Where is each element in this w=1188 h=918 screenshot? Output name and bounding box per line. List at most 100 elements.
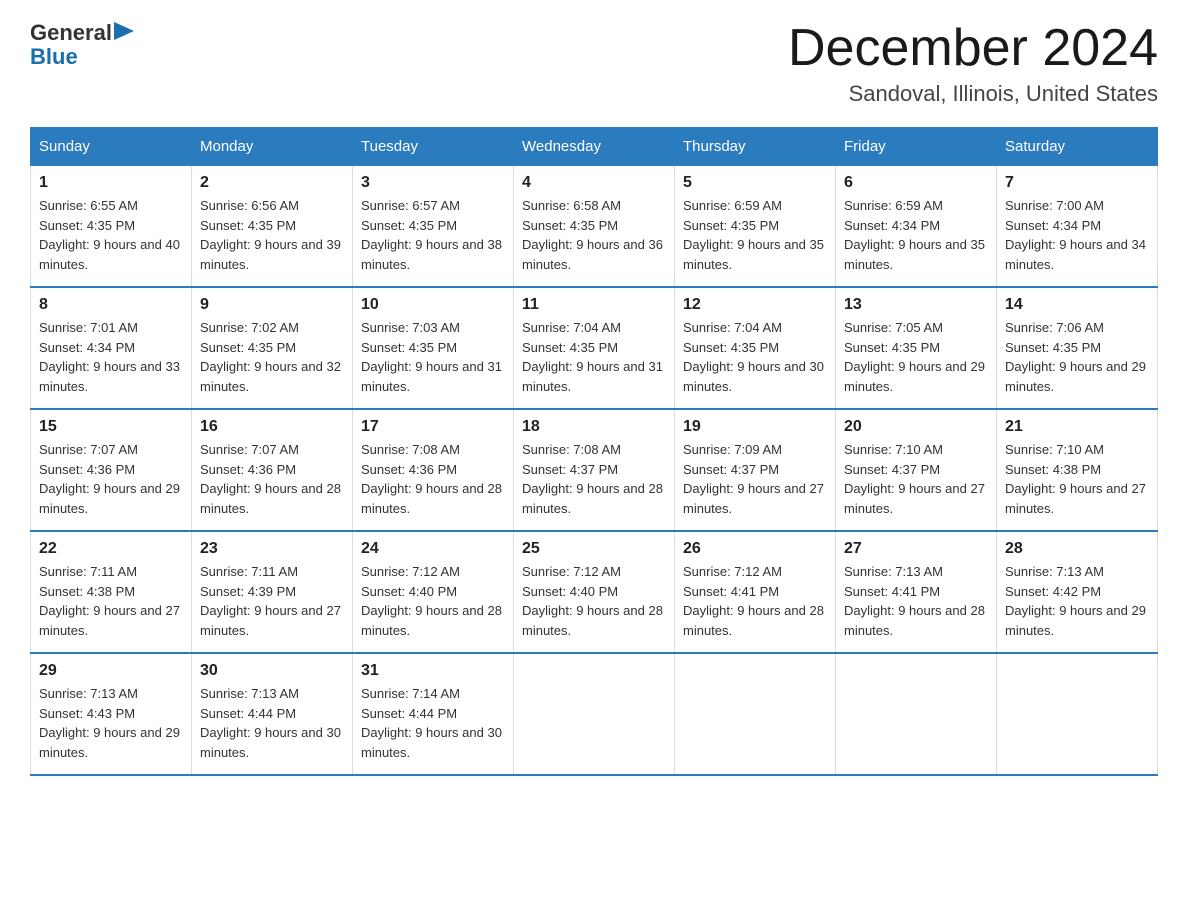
header-wednesday: Wednesday (514, 128, 675, 166)
day-info: Sunrise: 6:59 AM Sunset: 4:34 PM Dayligh… (844, 196, 988, 274)
header-thursday: Thursday (675, 128, 836, 166)
calendar-title: December 2024 (788, 20, 1158, 77)
day-info: Sunrise: 6:59 AM Sunset: 4:35 PM Dayligh… (683, 196, 827, 274)
day-number: 1 (39, 174, 183, 192)
day-number: 25 (522, 540, 666, 558)
table-row: 8 Sunrise: 7:01 AM Sunset: 4:34 PM Dayli… (31, 287, 192, 409)
day-number: 3 (361, 174, 505, 192)
logo-blue-text: Blue (30, 44, 78, 70)
table-row: 24 Sunrise: 7:12 AM Sunset: 4:40 PM Dayl… (353, 531, 514, 653)
day-info: Sunrise: 7:02 AM Sunset: 4:35 PM Dayligh… (200, 318, 344, 396)
day-info: Sunrise: 7:07 AM Sunset: 4:36 PM Dayligh… (200, 440, 344, 518)
table-row: 3 Sunrise: 6:57 AM Sunset: 4:35 PM Dayli… (353, 166, 514, 288)
day-info: Sunrise: 7:04 AM Sunset: 4:35 PM Dayligh… (522, 318, 666, 396)
day-info: Sunrise: 7:01 AM Sunset: 4:34 PM Dayligh… (39, 318, 183, 396)
day-number: 8 (39, 296, 183, 314)
day-info: Sunrise: 7:12 AM Sunset: 4:40 PM Dayligh… (361, 562, 505, 640)
day-number: 23 (200, 540, 344, 558)
table-row: 31 Sunrise: 7:14 AM Sunset: 4:44 PM Dayl… (353, 653, 514, 775)
day-info: Sunrise: 7:09 AM Sunset: 4:37 PM Dayligh… (683, 440, 827, 518)
day-number: 7 (1005, 174, 1149, 192)
day-info: Sunrise: 7:08 AM Sunset: 4:37 PM Dayligh… (522, 440, 666, 518)
page-header: General Blue December 2024 Sandoval, Ill… (30, 20, 1158, 107)
day-info: Sunrise: 7:06 AM Sunset: 4:35 PM Dayligh… (1005, 318, 1149, 396)
header-tuesday: Tuesday (353, 128, 514, 166)
table-row: 27 Sunrise: 7:13 AM Sunset: 4:41 PM Dayl… (836, 531, 997, 653)
day-number: 24 (361, 540, 505, 558)
day-number: 29 (39, 662, 183, 680)
day-number: 6 (844, 174, 988, 192)
day-info: Sunrise: 6:55 AM Sunset: 4:35 PM Dayligh… (39, 196, 183, 274)
day-number: 13 (844, 296, 988, 314)
table-row: 2 Sunrise: 6:56 AM Sunset: 4:35 PM Dayli… (192, 166, 353, 288)
header-sunday: Sunday (31, 128, 192, 166)
day-info: Sunrise: 7:12 AM Sunset: 4:41 PM Dayligh… (683, 562, 827, 640)
table-row: 16 Sunrise: 7:07 AM Sunset: 4:36 PM Dayl… (192, 409, 353, 531)
table-row: 7 Sunrise: 7:00 AM Sunset: 4:34 PM Dayli… (997, 166, 1158, 288)
day-info: Sunrise: 7:04 AM Sunset: 4:35 PM Dayligh… (683, 318, 827, 396)
day-number: 9 (200, 296, 344, 314)
header-monday: Monday (192, 128, 353, 166)
day-info: Sunrise: 6:58 AM Sunset: 4:35 PM Dayligh… (522, 196, 666, 274)
calendar-week-row: 1 Sunrise: 6:55 AM Sunset: 4:35 PM Dayli… (31, 166, 1158, 288)
day-number: 22 (39, 540, 183, 558)
table-row: 11 Sunrise: 7:04 AM Sunset: 4:35 PM Dayl… (514, 287, 675, 409)
day-number: 30 (200, 662, 344, 680)
table-row (836, 653, 997, 775)
table-row: 20 Sunrise: 7:10 AM Sunset: 4:37 PM Dayl… (836, 409, 997, 531)
title-section: December 2024 Sandoval, Illinois, United… (788, 20, 1158, 107)
table-row: 5 Sunrise: 6:59 AM Sunset: 4:35 PM Dayli… (675, 166, 836, 288)
calendar-header-row: Sunday Monday Tuesday Wednesday Thursday… (31, 128, 1158, 166)
table-row: 29 Sunrise: 7:13 AM Sunset: 4:43 PM Dayl… (31, 653, 192, 775)
calendar-week-row: 22 Sunrise: 7:11 AM Sunset: 4:38 PM Dayl… (31, 531, 1158, 653)
day-info: Sunrise: 7:13 AM Sunset: 4:42 PM Dayligh… (1005, 562, 1149, 640)
table-row: 14 Sunrise: 7:06 AM Sunset: 4:35 PM Dayl… (997, 287, 1158, 409)
table-row: 10 Sunrise: 7:03 AM Sunset: 4:35 PM Dayl… (353, 287, 514, 409)
day-number: 17 (361, 418, 505, 436)
calendar-table: Sunday Monday Tuesday Wednesday Thursday… (30, 127, 1158, 776)
table-row (997, 653, 1158, 775)
day-number: 15 (39, 418, 183, 436)
day-info: Sunrise: 7:05 AM Sunset: 4:35 PM Dayligh… (844, 318, 988, 396)
calendar-week-row: 8 Sunrise: 7:01 AM Sunset: 4:34 PM Dayli… (31, 287, 1158, 409)
day-info: Sunrise: 7:12 AM Sunset: 4:40 PM Dayligh… (522, 562, 666, 640)
header-friday: Friday (836, 128, 997, 166)
table-row: 1 Sunrise: 6:55 AM Sunset: 4:35 PM Dayli… (31, 166, 192, 288)
table-row: 13 Sunrise: 7:05 AM Sunset: 4:35 PM Dayl… (836, 287, 997, 409)
day-number: 19 (683, 418, 827, 436)
day-number: 31 (361, 662, 505, 680)
day-number: 28 (1005, 540, 1149, 558)
day-number: 11 (522, 296, 666, 314)
table-row: 15 Sunrise: 7:07 AM Sunset: 4:36 PM Dayl… (31, 409, 192, 531)
table-row: 4 Sunrise: 6:58 AM Sunset: 4:35 PM Dayli… (514, 166, 675, 288)
day-number: 14 (1005, 296, 1149, 314)
day-info: Sunrise: 7:07 AM Sunset: 4:36 PM Dayligh… (39, 440, 183, 518)
day-number: 20 (844, 418, 988, 436)
table-row (514, 653, 675, 775)
table-row: 18 Sunrise: 7:08 AM Sunset: 4:37 PM Dayl… (514, 409, 675, 531)
table-row: 26 Sunrise: 7:12 AM Sunset: 4:41 PM Dayl… (675, 531, 836, 653)
table-row: 30 Sunrise: 7:13 AM Sunset: 4:44 PM Dayl… (192, 653, 353, 775)
table-row: 9 Sunrise: 7:02 AM Sunset: 4:35 PM Dayli… (192, 287, 353, 409)
day-number: 4 (522, 174, 666, 192)
day-number: 2 (200, 174, 344, 192)
day-info: Sunrise: 6:57 AM Sunset: 4:35 PM Dayligh… (361, 196, 505, 274)
day-info: Sunrise: 7:11 AM Sunset: 4:39 PM Dayligh… (200, 562, 344, 640)
calendar-subtitle: Sandoval, Illinois, United States (788, 81, 1158, 107)
table-row: 21 Sunrise: 7:10 AM Sunset: 4:38 PM Dayl… (997, 409, 1158, 531)
day-info: Sunrise: 7:10 AM Sunset: 4:37 PM Dayligh… (844, 440, 988, 518)
day-info: Sunrise: 7:10 AM Sunset: 4:38 PM Dayligh… (1005, 440, 1149, 518)
day-number: 12 (683, 296, 827, 314)
day-number: 5 (683, 174, 827, 192)
day-number: 21 (1005, 418, 1149, 436)
day-info: Sunrise: 7:08 AM Sunset: 4:36 PM Dayligh… (361, 440, 505, 518)
logo: General Blue (30, 20, 134, 70)
table-row (675, 653, 836, 775)
table-row: 22 Sunrise: 7:11 AM Sunset: 4:38 PM Dayl… (31, 531, 192, 653)
table-row: 6 Sunrise: 6:59 AM Sunset: 4:34 PM Dayli… (836, 166, 997, 288)
day-number: 26 (683, 540, 827, 558)
day-info: Sunrise: 7:14 AM Sunset: 4:44 PM Dayligh… (361, 684, 505, 762)
day-info: Sunrise: 7:11 AM Sunset: 4:38 PM Dayligh… (39, 562, 183, 640)
day-number: 27 (844, 540, 988, 558)
day-info: Sunrise: 7:03 AM Sunset: 4:35 PM Dayligh… (361, 318, 505, 396)
